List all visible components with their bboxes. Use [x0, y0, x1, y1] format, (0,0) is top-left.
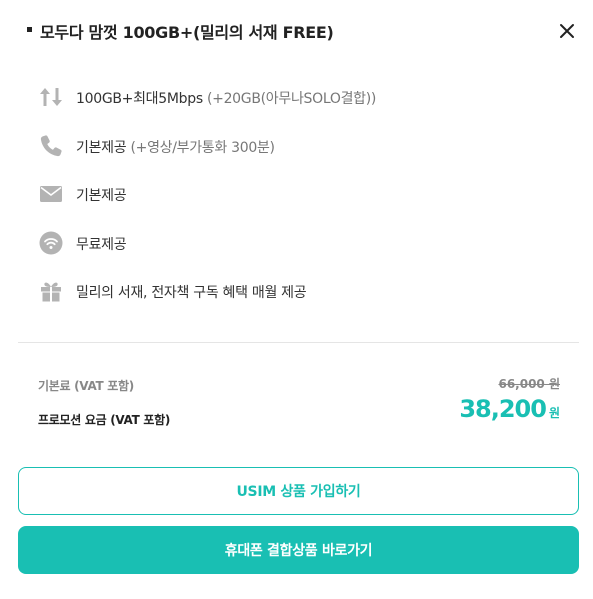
feature-data-text: 100GB+최대5Mbps — [76, 91, 203, 107]
wifi-icon — [38, 230, 64, 256]
feature-message: 기본제공 — [38, 181, 578, 230]
promo-price-row: 프로모션 요금 (VAT 포함) 38,200 원 — [38, 395, 560, 428]
feature-wifi-text: 무료제공 — [76, 236, 127, 253]
base-price-row: 기본료 (VAT 포함) 66,000 원 — [38, 375, 560, 394]
data-transfer-icon — [38, 84, 64, 110]
base-price-value: 66,000 원 — [498, 377, 560, 391]
title-bullet — [27, 27, 32, 32]
promo-price-value: 38,200 원 — [459, 395, 560, 423]
feature-voice-text: 기본제공 — [76, 139, 127, 156]
feature-benefit: 밀리의 서재, 전자책 구독 혜택 매월 제공 — [38, 278, 578, 327]
promo-price-label: 프로모션 요금 (VAT 포함) — [38, 413, 171, 427]
mail-icon — [38, 181, 64, 207]
promo-price-number: 38,200 — [459, 395, 547, 423]
gift-icon — [38, 278, 64, 304]
feature-message-text: 기본제공 — [76, 188, 127, 204]
feature-voice: 기본제공 (+영상/부가통화 300분) — [38, 133, 578, 182]
close-icon[interactable] — [556, 20, 578, 42]
plan-title: 모두다 맘껏 100GB+(밀리의 서재 FREE) — [40, 23, 334, 42]
feature-data-sub: (+20GB(아무나SOLO결합)) — [202, 91, 377, 107]
phone-icon — [38, 133, 64, 159]
feature-voice-sub: (+영상/부가통화 300분) — [126, 139, 275, 156]
feature-wifi: 무료제공 — [38, 230, 578, 279]
modal-header: 모두다 맘껏 100GB+(밀리의 서재 FREE) — [0, 0, 593, 62]
divider — [18, 342, 579, 343]
usim-signup-button[interactable]: USIM 상품 가입하기 — [18, 467, 579, 515]
feature-data: 100GB+최대5Mbps (+20GB(아무나SOLO결합)) — [38, 84, 578, 133]
feature-list: 100GB+최대5Mbps (+20GB(아무나SOLO결합)) 기본제공 (+… — [38, 84, 578, 327]
base-price-label: 기본료 (VAT 포함) — [38, 379, 134, 393]
phone-bundle-button[interactable]: 휴대폰 결합상품 바로가기 — [18, 526, 579, 574]
feature-benefit-text: 밀리의 서재, 전자책 구독 혜택 매월 제공 — [76, 285, 307, 301]
promo-price-unit: 원 — [548, 406, 560, 420]
